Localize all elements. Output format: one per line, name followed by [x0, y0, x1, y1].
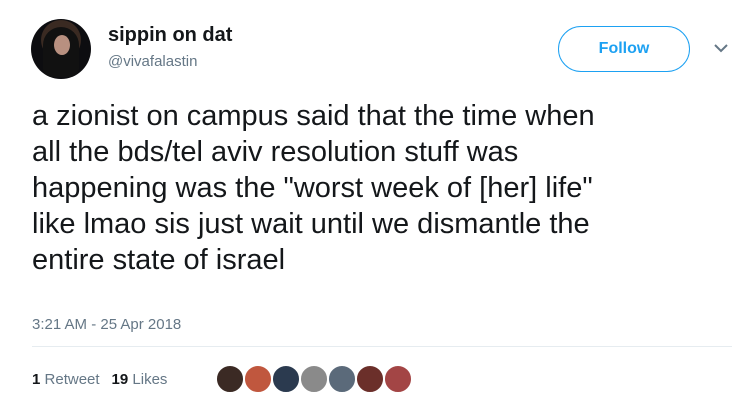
author-avatar[interactable] [31, 19, 91, 79]
tweet-menu-button[interactable] [710, 38, 732, 60]
follow-button[interactable]: Follow [558, 26, 690, 72]
liker-avatars [215, 364, 413, 394]
retweet-count: 1 [32, 371, 41, 388]
likes-label: Likes [132, 371, 168, 388]
tweet-text: a zionist on campus said that the time w… [32, 100, 595, 276]
liker-avatar-3[interactable] [271, 364, 301, 394]
avatar-face [54, 35, 70, 55]
liker-avatar-6[interactable] [355, 364, 385, 394]
tweet-timestamp[interactable]: 3:21 AM - 25 Apr 2018 [32, 316, 181, 333]
divider [32, 346, 732, 347]
retweet-label: Retweet [44, 371, 100, 388]
tweet-stats: 1 Retweet 19 Likes [32, 371, 167, 388]
author-handle[interactable]: @vivafalastin [108, 53, 197, 70]
liker-avatar-5[interactable] [327, 364, 357, 394]
liker-avatar-2[interactable] [243, 364, 273, 394]
liker-avatar-4[interactable] [299, 364, 329, 394]
likes-count: 19 [111, 371, 129, 388]
liker-avatar-7[interactable] [383, 364, 413, 394]
author-display-name[interactable]: sippin on dat [108, 24, 232, 47]
chevron-down-icon [714, 40, 728, 58]
liker-avatar-1[interactable] [215, 364, 245, 394]
likes-stat[interactable]: 19 Likes [112, 371, 168, 388]
retweet-stat[interactable]: 1 Retweet [32, 371, 100, 388]
